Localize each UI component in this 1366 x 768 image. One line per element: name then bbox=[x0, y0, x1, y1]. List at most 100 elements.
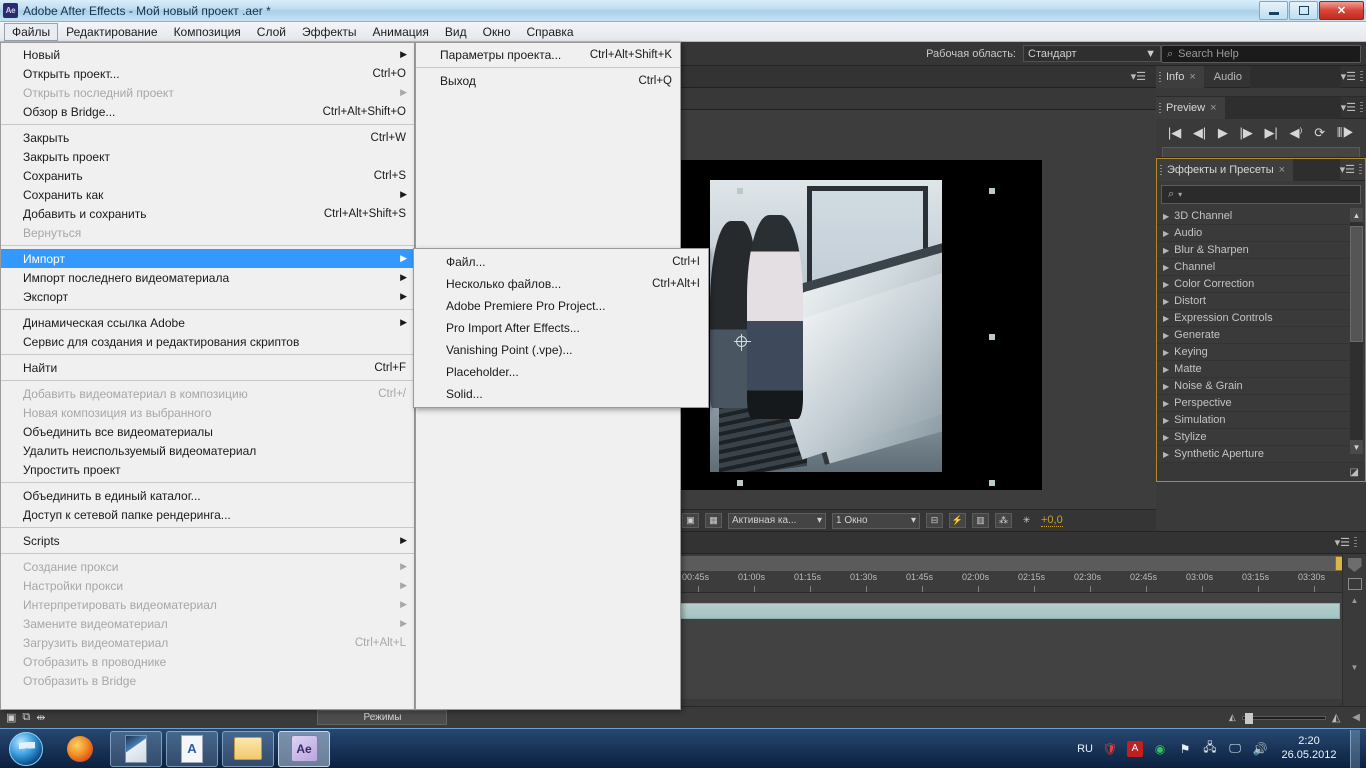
menu-entry-import-file[interactable]: Файл... Ctrl+I bbox=[414, 251, 708, 273]
utorrent-icon[interactable]: ◉ bbox=[1152, 741, 1168, 757]
layer-snapshot-icon[interactable]: ⧉ bbox=[22, 711, 30, 724]
next-frame-icon[interactable]: |▶ bbox=[1239, 125, 1252, 141]
composition-stage[interactable] bbox=[680, 160, 1042, 490]
chevron-right-icon[interactable]: ▶ bbox=[1163, 246, 1169, 255]
loop-icon[interactable]: ⟳ bbox=[1314, 125, 1325, 141]
fast-preview-icon[interactable]: ⚡ bbox=[949, 513, 966, 528]
menu-entry[interactable]: Импорт последнего видеоматериала ▶ bbox=[1, 268, 414, 287]
selection-handle[interactable] bbox=[737, 188, 743, 194]
scroll-down-icon[interactable]: ▼ bbox=[1343, 663, 1366, 672]
menu-entry[interactable]: Добавить и сохранить Ctrl+Alt+Shift+S bbox=[1, 204, 414, 223]
snapshot-icon[interactable]: ▣ bbox=[6, 711, 16, 724]
effects-category-row[interactable]: ▶ Blur & Sharpen bbox=[1157, 242, 1365, 259]
tab-effects-presets[interactable]: Эффекты и Пресеты × bbox=[1157, 158, 1294, 181]
import-submenu[interactable]: Файл... Ctrl+I Несколько файлов... Ctrl+… bbox=[413, 248, 709, 408]
menu-entry[interactable]: Сохранить Ctrl+S bbox=[1, 166, 414, 185]
audio-icon[interactable]: ◀⁾ bbox=[1289, 125, 1302, 141]
taskbar-item-wordpad[interactable]: A bbox=[166, 730, 218, 767]
menu-entry-project-settings[interactable]: Параметры проекта... Ctrl+Alt+Shift+K bbox=[416, 45, 680, 64]
menu-entry[interactable]: Новый ▶ bbox=[1, 45, 414, 64]
scroll-down-icon[interactable]: ▼ bbox=[1350, 440, 1363, 454]
timeline-layer-bar[interactable] bbox=[678, 603, 1340, 619]
anchor-point-icon[interactable] bbox=[734, 334, 751, 351]
action-flag-icon[interactable]: ⚑ bbox=[1177, 741, 1193, 757]
menu-entry[interactable]: Закрыть Ctrl+W bbox=[1, 128, 414, 147]
chevron-right-icon[interactable]: ▶ bbox=[1163, 314, 1169, 323]
adobe-updater-icon[interactable]: A bbox=[1127, 740, 1143, 757]
tab-info[interactable]: Info × bbox=[1156, 65, 1204, 88]
chevron-right-icon[interactable]: ▶ bbox=[1163, 399, 1169, 408]
effects-scrollbar[interactable]: ▲ ▼ bbox=[1350, 208, 1363, 454]
chevron-right-icon[interactable]: ▶ bbox=[1163, 297, 1169, 306]
menu-entry-import[interactable]: Импорт ▶ bbox=[1, 249, 414, 268]
maximize-button[interactable] bbox=[1289, 1, 1318, 20]
search-help-input[interactable]: ⌕ Search Help bbox=[1161, 45, 1361, 63]
taskbar-item-explorer[interactable] bbox=[222, 730, 274, 767]
timeline-navigator[interactable] bbox=[680, 556, 1344, 571]
menu-entry[interactable]: Найти Ctrl+F bbox=[1, 358, 414, 377]
network-warning-icon[interactable]: 🖧 bbox=[1202, 740, 1218, 757]
panel-menu-icon[interactable]: ▾☰ bbox=[1341, 70, 1356, 83]
scroll-up-icon[interactable]: ▲ bbox=[1350, 208, 1363, 222]
timeline-layer-area[interactable] bbox=[676, 593, 1342, 699]
effects-category-row[interactable]: ▶ Color Correction bbox=[1157, 276, 1365, 293]
tab-preview[interactable]: Preview × bbox=[1156, 96, 1225, 119]
menu-entry-solid[interactable]: Solid... bbox=[414, 383, 708, 405]
taskbar-item-firefox[interactable] bbox=[54, 731, 106, 767]
panel-menu-icon[interactable]: ▾☰ bbox=[1131, 70, 1146, 83]
transform-icon[interactable]: ⇹ bbox=[36, 711, 45, 724]
file-menu-dropdown[interactable]: Новый ▶ Открыть проект... Ctrl+O Открыть п… bbox=[0, 42, 415, 710]
new-folder-icon[interactable]: ◪ bbox=[1350, 467, 1359, 478]
transparency-grid-icon[interactable]: ▣ bbox=[682, 513, 699, 528]
menu-entry[interactable]: Scripts ▶ bbox=[1, 531, 414, 550]
views-select[interactable]: 1 Окно ▾ bbox=[832, 512, 920, 529]
menu-entry-import-premiere[interactable]: Adobe Premiere Pro Project... bbox=[414, 295, 708, 317]
language-indicator[interactable]: RU bbox=[1077, 743, 1093, 755]
chevron-right-icon[interactable]: ▶ bbox=[1163, 433, 1169, 442]
menu-entry-pro-import[interactable]: Pro Import After Effects... bbox=[414, 317, 708, 339]
menu-item-view[interactable]: Вид bbox=[437, 23, 475, 41]
menu-entry[interactable]: Закрыть проект bbox=[1, 147, 414, 166]
menu-item-animation[interactable]: Анимация bbox=[365, 23, 437, 41]
menu-item-effects[interactable]: Эффекты bbox=[294, 23, 365, 41]
exposure-value[interactable]: +0,0 bbox=[1041, 514, 1063, 527]
menu-entry[interactable]: Упростить проект bbox=[1, 460, 414, 479]
menu-entry[interactable]: Объединить в единый каталог... bbox=[1, 486, 414, 505]
effects-category-row[interactable]: ▶ Stylize bbox=[1157, 429, 1365, 446]
menu-item-help[interactable]: Справка bbox=[519, 23, 582, 41]
menu-entry-placeholder[interactable]: Placeholder... bbox=[414, 361, 708, 383]
start-orb-icon[interactable] bbox=[2, 730, 50, 768]
effects-category-row[interactable]: ▶ Audio bbox=[1157, 225, 1365, 242]
close-icon[interactable]: × bbox=[1210, 102, 1216, 114]
ram-preview-icon[interactable]: ⦀▶ bbox=[1337, 125, 1354, 141]
chevron-right-icon[interactable]: ▶ bbox=[1163, 365, 1169, 374]
effects-category-row[interactable]: ▶ Expression Controls bbox=[1157, 310, 1365, 327]
effects-category-row[interactable]: ▶ Perspective bbox=[1157, 395, 1365, 412]
first-frame-icon[interactable]: |◀ bbox=[1168, 125, 1181, 141]
effects-category-row[interactable]: ▶ Simulation bbox=[1157, 412, 1365, 429]
comp-thumbnail-icon[interactable] bbox=[1347, 578, 1362, 590]
zoom-out-icon[interactable]: ◭ bbox=[1229, 712, 1236, 723]
effects-category-row[interactable]: ▶ 3D Channel bbox=[1157, 208, 1365, 225]
tab-audio[interactable]: Audio bbox=[1204, 66, 1250, 88]
menu-item-edit[interactable]: Редактирование bbox=[58, 23, 165, 41]
menu-entry[interactable]: Доступ к сетевой папке рендеринга... bbox=[1, 505, 414, 524]
zoom-slider[interactable]: ◭ ◭ ◀ bbox=[1229, 711, 1360, 724]
panel-menu-icon[interactable]: ▾☰ bbox=[1340, 163, 1355, 176]
effects-search-input[interactable]: ⌕ ▾ bbox=[1161, 185, 1361, 204]
effects-category-row[interactable]: ▶ Generate bbox=[1157, 327, 1365, 344]
menu-entry-vanishing-point[interactable]: Vanishing Point (.vpe)... bbox=[414, 339, 708, 361]
play-icon[interactable]: ▶ bbox=[1218, 125, 1228, 141]
menu-entry[interactable]: Обзор в Bridge... Ctrl+Alt+Shift+O bbox=[1, 102, 414, 121]
panel-menu-icon[interactable]: ▾☰ bbox=[1341, 101, 1356, 114]
menu-entry[interactable]: Сервис для создания и редактирования скр… bbox=[1, 332, 414, 351]
menu-entry[interactable]: Сохранить как ▶ bbox=[1, 185, 414, 204]
zoom-slider-knob[interactable] bbox=[1244, 712, 1253, 724]
zoom-in-icon[interactable]: ◭ bbox=[1332, 711, 1340, 724]
effects-category-row[interactable]: ▶ Keying bbox=[1157, 344, 1365, 361]
minimize-button[interactable] bbox=[1259, 1, 1288, 20]
chevron-right-icon[interactable]: ▶ bbox=[1163, 280, 1169, 289]
effects-category-row[interactable]: ▶ Matte bbox=[1157, 361, 1365, 378]
alpha-channel-icon[interactable]: ▦ bbox=[705, 513, 722, 528]
menu-entry-exit[interactable]: Выход Ctrl+Q bbox=[416, 71, 680, 90]
